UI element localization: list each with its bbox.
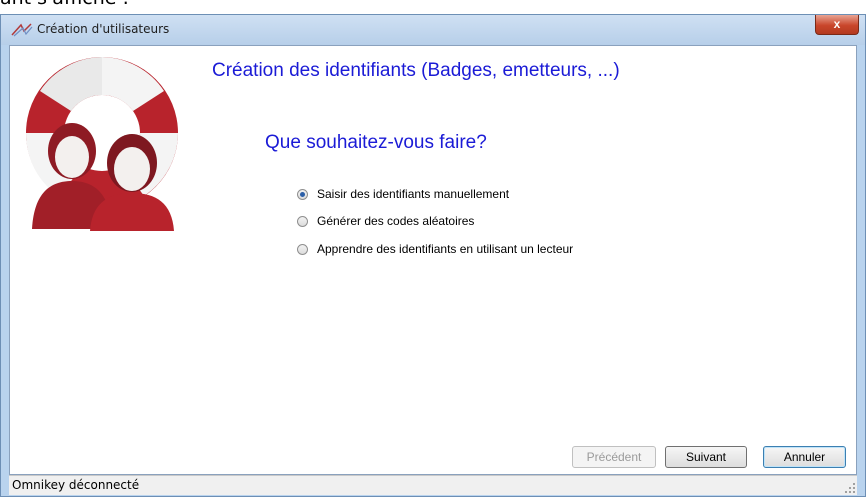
close-button[interactable]: x bbox=[815, 15, 859, 35]
radio-random-codes[interactable] bbox=[297, 215, 308, 227]
user-creation-window: Création d'utilisateurs x Création des i… bbox=[0, 14, 866, 497]
wizard-question: Que souhaitez-vous faire? bbox=[265, 132, 487, 153]
title-bar[interactable]: Création d'utilisateurs x bbox=[1, 15, 865, 45]
next-button[interactable]: Suivant bbox=[665, 446, 747, 468]
users-lifebuoy-logo bbox=[25, 57, 178, 231]
status-bar: Omnikey déconnecté bbox=[9, 475, 857, 495]
document-text-fragment: ant s'affiche : bbox=[0, 0, 129, 9]
option-label: Générer des codes aléatoires bbox=[317, 214, 475, 228]
window-title: Création d'utilisateurs bbox=[37, 22, 170, 36]
option-label: Apprendre des identifiants en utilisant … bbox=[317, 242, 574, 256]
option-label: Saisir des identifiants manuellement bbox=[317, 187, 510, 201]
resize-grip-icon[interactable] bbox=[845, 483, 855, 493]
option-learn-with-reader[interactable]: Apprendre des identifiants en utilisant … bbox=[297, 242, 573, 256]
reader-status: Omnikey déconnecté bbox=[12, 478, 140, 492]
radio-learn-with-reader[interactable] bbox=[297, 243, 308, 255]
cancel-button[interactable]: Annuler bbox=[763, 446, 846, 468]
option-manual-entry[interactable]: Saisir des identifiants manuellement bbox=[297, 187, 509, 201]
previous-button[interactable]: Précédent bbox=[572, 446, 656, 468]
wizard-heading: Création des identifiants (Badges, emett… bbox=[212, 60, 620, 81]
wizard-panel: Création des identifiants (Badges, emett… bbox=[9, 45, 857, 475]
radio-manual-entry[interactable] bbox=[297, 188, 308, 200]
option-random-codes[interactable]: Générer des codes aléatoires bbox=[297, 214, 474, 228]
app-icon bbox=[11, 23, 33, 37]
